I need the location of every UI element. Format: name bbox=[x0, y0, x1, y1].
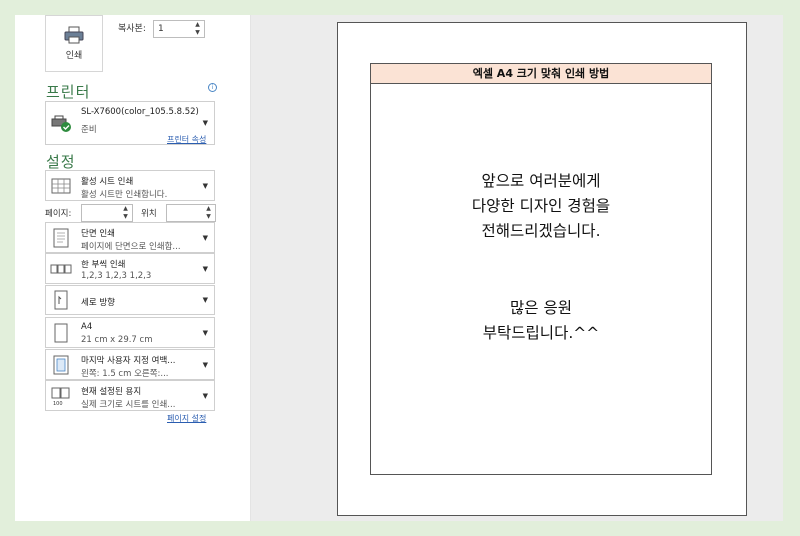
pages-from-spinner[interactable]: ▲ ▼ bbox=[121, 205, 130, 221]
margins-title: 마지막 사용자 지정 여백... bbox=[81, 356, 176, 366]
copies-label: 복사본: bbox=[118, 24, 146, 34]
pages-to-input[interactable]: ▲ ▼ bbox=[166, 204, 216, 222]
collate-dropdown[interactable]: 한 부씩 인쇄 1,2,3 1,2,3 1,2,3 ▼ bbox=[45, 253, 215, 284]
one-sided-icon bbox=[53, 228, 69, 247]
collate-sub: 1,2,3 1,2,3 1,2,3 bbox=[81, 271, 152, 281]
printer-name: SL-X7600(color_105.5.8.52) bbox=[81, 107, 199, 117]
preview-line-2: 다양한 디자인 경험을 bbox=[471, 197, 611, 215]
printer-status: 준비 bbox=[81, 125, 97, 135]
printer-ready-icon bbox=[51, 115, 71, 132]
preview-line-1: 앞으로 여러분에게 bbox=[481, 172, 601, 190]
pages-from-input[interactable]: ▲ ▼ bbox=[81, 204, 133, 222]
copies-spinner-arrows[interactable]: ▲ ▼ bbox=[193, 21, 202, 37]
chevron-down-icon: ▼ bbox=[202, 360, 208, 369]
printer-icon bbox=[64, 26, 84, 44]
chevron-down-icon: ▼ bbox=[202, 264, 208, 273]
print-settings-panel: 인쇄 복사본: 1 ▲ ▼ 프린터 i SL-X7600(color_105.5.… bbox=[15, 15, 250, 521]
chevron-down-icon: ▼ bbox=[202, 328, 208, 337]
paper-sub: 21 cm x 29.7 cm bbox=[81, 335, 153, 345]
print-scope-dropdown[interactable]: 활성 시트 인쇄 활성 시트만 인쇄합니다. ▼ bbox=[45, 170, 215, 201]
scaling-title: 현재 설정된 용지 bbox=[81, 387, 142, 397]
settings-section-title: 설정 bbox=[46, 153, 76, 171]
collate-icon bbox=[50, 264, 72, 273]
pages-label: 페이지: bbox=[45, 209, 72, 219]
printer-section-title: 프린터 bbox=[46, 83, 91, 101]
chevron-down-icon: ▼ bbox=[202, 391, 208, 400]
print-button-label: 인쇄 bbox=[65, 51, 83, 61]
info-icon[interactable]: i bbox=[208, 83, 217, 92]
margins-dropdown[interactable]: 마지막 사용자 지정 여백... 왼쪽: 1.5 cm 오른쪽:... ▼ bbox=[45, 349, 215, 380]
chevron-down-icon: ▼ bbox=[202, 181, 208, 190]
orientation-title: 세로 방향 bbox=[81, 298, 115, 308]
sides-sub: 페이지에 단면으로 인쇄합... bbox=[81, 242, 181, 252]
page-setup-link[interactable]: 페이지 설정 bbox=[167, 413, 206, 424]
preview-table-header: 엑셀 A4 크기 맞춰 인쇄 방법 bbox=[371, 64, 711, 84]
print-preview-panel: 엑셀 A4 크기 맞춰 인쇄 방법 앞으로 여러분에게 다양한 디자인 경험을 … bbox=[250, 15, 783, 521]
chevron-down-icon: ▼ bbox=[202, 233, 208, 242]
copies-value: 1 bbox=[158, 24, 164, 34]
svg-text:100: 100 bbox=[53, 401, 63, 407]
sides-title: 단면 인쇄 bbox=[81, 229, 115, 239]
sheet-icon bbox=[51, 178, 71, 193]
paper-size-dropdown[interactable]: A4 21 cm x 29.7 cm ▼ bbox=[45, 317, 215, 348]
preview-line-4: 많은 응원 bbox=[510, 299, 572, 317]
print-button[interactable]: 인쇄 bbox=[45, 15, 103, 72]
sides-dropdown[interactable]: 단면 인쇄 페이지에 단면으로 인쇄합... ▼ bbox=[45, 222, 215, 253]
chevron-down-icon: ▼ bbox=[202, 119, 208, 127]
chevron-down-icon: ▼ bbox=[202, 296, 208, 304]
collate-title: 한 부씩 인쇄 bbox=[81, 260, 126, 270]
copies-input[interactable]: 1 ▲ ▼ bbox=[153, 20, 205, 38]
pages-to-label: 위치 bbox=[141, 209, 157, 219]
scaling-sub: 실제 크기로 시트를 인쇄... bbox=[81, 400, 176, 410]
paper-icon bbox=[54, 323, 68, 342]
pages-to-spinner[interactable]: ▲ ▼ bbox=[204, 205, 213, 221]
margins-sub: 왼쪽: 1.5 cm 오른쪽:... bbox=[81, 369, 169, 379]
print-scope-title: 활성 시트 인쇄 bbox=[81, 177, 134, 187]
preview-line-3: 전해드리겠습니다. bbox=[481, 222, 601, 240]
preview-page: 엑셀 A4 크기 맞춰 인쇄 방법 앞으로 여러분에게 다양한 디자인 경험을 … bbox=[337, 22, 747, 516]
print-backstage: 인쇄 복사본: 1 ▲ ▼ 프린터 i SL-X7600(color_105.5.… bbox=[15, 15, 783, 521]
orientation-dropdown[interactable]: 세로 방향 ▼ bbox=[45, 285, 215, 315]
printer-properties-link[interactable]: 프린터 속성 bbox=[167, 134, 206, 145]
scaling-dropdown[interactable]: 100 현재 설정된 용지 실제 크기로 시트를 인쇄... ▼ bbox=[45, 380, 215, 411]
margins-icon bbox=[53, 355, 69, 374]
scale-icon: 100 bbox=[51, 387, 70, 407]
preview-line-5: 부탁드립니다.^^ bbox=[482, 324, 600, 342]
print-scope-sub: 활성 시트만 인쇄합니다. bbox=[81, 190, 168, 200]
portrait-icon bbox=[54, 290, 68, 310]
preview-table: 엑셀 A4 크기 맞춰 인쇄 방법 앞으로 여러분에게 다양한 디자인 경험을 … bbox=[370, 63, 712, 475]
paper-title: A4 bbox=[81, 322, 93, 332]
